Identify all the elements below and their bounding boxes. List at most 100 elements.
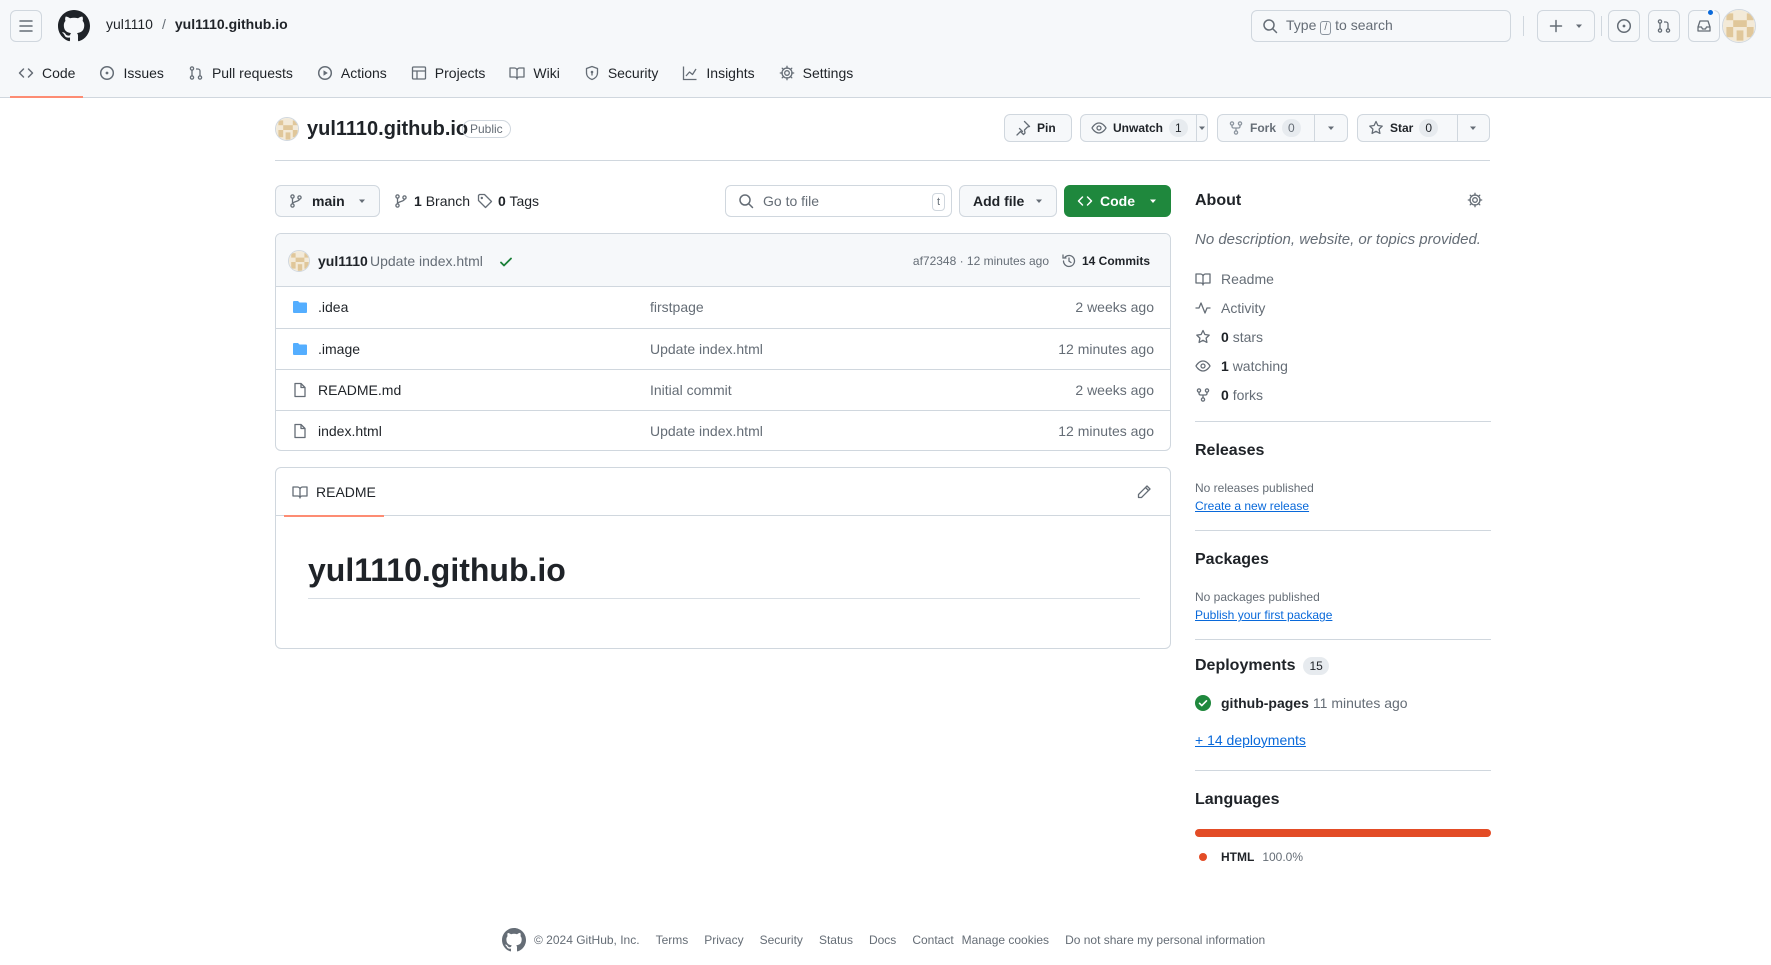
file-list: yul1110 Update index.html af72348 · 12 m… [275,233,1171,451]
active-tab-underline [10,96,84,98]
create-release-link[interactable]: Create a new release [1195,499,1309,513]
file-row[interactable]: index.html Update index.html 12 minutes … [276,410,1170,450]
user-avatar[interactable] [1722,9,1756,43]
commit-message[interactable]: Update index.html [370,253,483,269]
fork-button[interactable]: Fork 0 [1217,114,1348,142]
edit-readme-button[interactable] [1136,484,1152,500]
forks-count: 0 [1221,387,1229,403]
tab-wiki[interactable]: Wiki [501,56,567,90]
tags-label: Tags [509,193,540,209]
git-branch-icon [395,194,407,208]
create-new-button[interactable] [1537,10,1595,42]
branches-link[interactable]: 1 Branch [393,193,470,209]
footer-link-status[interactable]: Status [819,933,853,947]
code-label: Code [1100,193,1135,209]
footer-link-contact[interactable]: Contact [912,933,953,947]
footer-link-manage-cookies[interactable]: Manage cookies [962,933,1049,947]
footer-link-do-not-share[interactable]: Do not share my personal information [1065,933,1265,947]
branch-selector[interactable]: main [275,185,380,217]
tab-actions-label: Actions [340,65,387,81]
github-logo[interactable] [58,10,90,42]
tab-issues[interactable]: Issues [91,56,171,90]
file-name[interactable]: .image [318,341,360,357]
activity-link[interactable]: Activity [1195,300,1265,316]
file-commit-message[interactable]: Update index.html [650,423,763,439]
breadcrumb-owner[interactable]: yul1110 [106,16,153,32]
commits-link[interactable]: 14 Commits [1061,253,1150,269]
releases-title[interactable]: Releases [1195,442,1264,460]
stars-link[interactable]: 0 stars [1195,329,1263,345]
tab-settings[interactable]: Settings [771,56,862,90]
tag-icon [477,193,493,209]
readme-link[interactable]: Readme [1195,271,1274,287]
menu-button[interactable] [10,10,42,42]
tab-actions[interactable]: Actions [309,56,395,90]
eye-icon [1091,122,1107,134]
search-input[interactable]: Type / to search [1251,10,1511,42]
breadcrumb-repo[interactable]: yul1110.github.io [175,16,288,32]
tab-settings-label: Settings [802,65,854,81]
repo-name[interactable]: yul1110.github.io [307,118,468,141]
tags-link[interactable]: 0 Tags [477,193,539,209]
issue-opened-icon [1616,18,1632,34]
star-button[interactable]: Star 0 [1357,114,1490,142]
github-mark-icon[interactable] [502,928,526,952]
inbox-button[interactable] [1688,10,1720,42]
footer-link-terms[interactable]: Terms [656,933,689,947]
footer-link-docs[interactable]: Docs [869,933,896,947]
star-icon [1196,329,1210,344]
tab-projects[interactable]: Projects [403,56,494,90]
tab-readme[interactable]: README [284,468,384,517]
shield-icon [585,65,598,81]
language-item[interactable]: HTML 100.0% [1195,850,1303,864]
fork-dropdown[interactable] [1314,115,1347,141]
pull-requests-button[interactable] [1648,10,1680,42]
file-commit-message[interactable]: Update index.html [650,341,763,357]
pin-button[interactable]: Pin [1004,114,1072,142]
forks-label: forks [1232,387,1264,403]
about-settings-button[interactable] [1467,192,1483,208]
star-dropdown[interactable] [1456,115,1489,141]
add-file-button[interactable]: Add file [959,185,1057,217]
tab-insights-label: Insights [706,65,755,81]
deployments-header[interactable]: Deployments 15 [1195,657,1329,675]
file-commit-message[interactable]: Initial commit [650,382,732,398]
publish-package-link[interactable]: Publish your first package [1195,608,1332,622]
commit-sha-time[interactable]: af72348 · 12 minutes ago [913,254,1049,268]
file-name[interactable]: .idea [318,299,348,315]
watch-dropdown[interactable] [1195,115,1207,141]
tab-pull-requests[interactable]: Pull requests [180,56,301,90]
file-row[interactable]: README.md Initial commit 2 weeks ago [276,369,1170,410]
tab-issues-label: Issues [123,65,164,81]
footer-link-security[interactable]: Security [760,933,803,947]
git-branch-icon [290,194,302,208]
commit-author-avatar[interactable] [288,250,310,272]
commit-author[interactable]: yul1110 [318,253,368,269]
packages-title[interactable]: Packages [1195,551,1269,569]
header-top-bar: yul1110 / yul1110.github.io Type / to sear… [0,0,1771,52]
tab-insights[interactable]: Insights [674,56,762,90]
more-deployments-link[interactable]: + 14 deployments [1195,732,1306,748]
releases-empty: No releases published [1195,481,1314,495]
file-name[interactable]: README.md [318,382,401,398]
file-row[interactable]: .idea firstpage 2 weeks ago [276,287,1170,328]
file-row[interactable]: .image Update index.html 12 minutes ago [276,328,1170,369]
footer-link-privacy[interactable]: Privacy [704,933,743,947]
unwatch-button[interactable]: Unwatch 1 [1080,114,1208,142]
owner-avatar[interactable] [275,117,299,141]
file-commit-message[interactable]: firstpage [650,299,704,315]
issues-button[interactable] [1608,10,1640,42]
go-to-file-input[interactable]: Go to file t [725,185,952,217]
breadcrumb: yul1110 / yul1110.github.io [106,16,288,32]
folder-icon [293,301,307,313]
forks-link[interactable]: 0 forks [1195,387,1263,403]
deployment-item[interactable]: github-pages 11 minutes ago [1195,695,1408,711]
file-name[interactable]: index.html [318,423,382,439]
tab-code[interactable]: Code [10,56,84,98]
code-button[interactable]: Code [1064,185,1171,217]
deployments-title: Deployments [1195,657,1296,674]
watching-link[interactable]: 1 watching [1195,358,1288,374]
plus-icon [1549,19,1563,33]
tab-security[interactable]: Security [576,56,667,90]
pulse-icon [1195,302,1211,314]
